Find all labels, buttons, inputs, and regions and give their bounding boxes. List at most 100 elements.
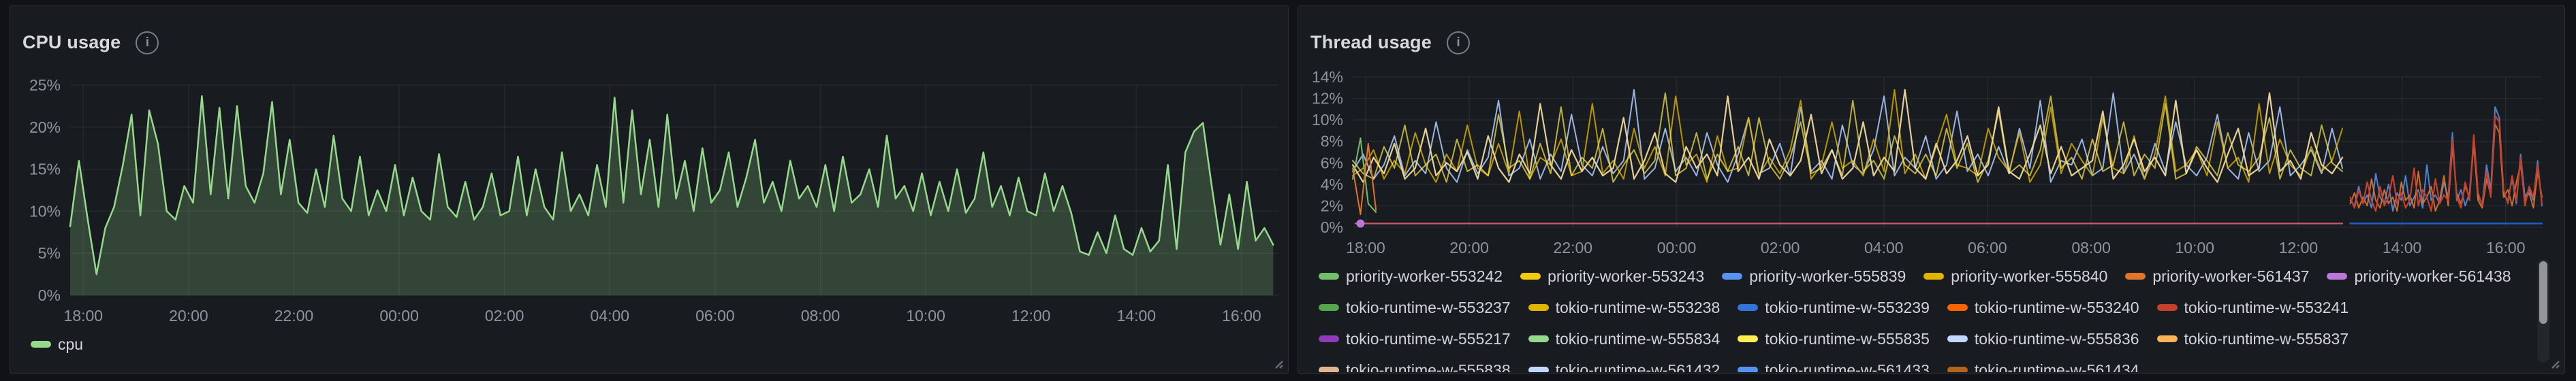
svg-text:00:00: 00:00: [379, 307, 419, 325]
legend-item[interactable]: cpu: [31, 334, 83, 354]
legend-item[interactable]: tokio-runtime-w-553240: [1947, 297, 2139, 318]
svg-text:18:00: 18:00: [64, 307, 104, 325]
legend-series-swatch: [2156, 304, 2178, 311]
legend-series-label: priority-worker-555839: [1749, 267, 1906, 285]
svg-text:08:00: 08:00: [2071, 239, 2111, 256]
svg-text:00:00: 00:00: [1657, 239, 1697, 256]
svg-text:22:00: 22:00: [1554, 239, 1593, 256]
svg-text:02:00: 02:00: [485, 307, 524, 325]
svg-text:8%: 8%: [1321, 133, 1343, 150]
legend-series-label: tokio-runtime-w-561433: [1765, 361, 1930, 373]
svg-text:10:00: 10:00: [2175, 239, 2214, 256]
legend-series-swatch: [1738, 304, 1759, 311]
svg-text:12:00: 12:00: [2279, 239, 2319, 256]
legend-series-label: tokio-runtime-w-561434: [1974, 361, 2139, 373]
legend-series-swatch: [1923, 273, 1945, 280]
legend-series-swatch: [1319, 273, 1339, 280]
legend-item[interactable]: tokio-runtime-w-553239: [1738, 297, 1930, 318]
legend-scrollbar[interactable]: [2537, 259, 2549, 363]
svg-text:10%: 10%: [1312, 111, 1343, 129]
legend-item[interactable]: priority-worker-561438: [2327, 266, 2511, 286]
legend-series-label: tokio-runtime-w-555838: [1346, 361, 1511, 373]
legend-series-swatch: [1528, 335, 1549, 342]
svg-text:14:00: 14:00: [1117, 307, 1157, 325]
legend-item[interactable]: tokio-runtime-w-555834: [1528, 329, 1721, 349]
legend-series-swatch: [1947, 335, 1968, 342]
legend-series-swatch: [1722, 273, 1743, 280]
info-icon[interactable]: i: [1446, 31, 1470, 54]
panel-resize-handle[interactable]: [1270, 355, 1285, 370]
legend-item[interactable]: priority-worker-561437: [2125, 266, 2309, 286]
svg-text:04:00: 04:00: [591, 307, 630, 325]
svg-text:25%: 25%: [29, 76, 61, 94]
legend-series-label: priority-worker-561437: [2152, 267, 2310, 285]
legend-item[interactable]: tokio-runtime-w-561432: [1528, 360, 1720, 372]
thread-usage-panel: Thread usage i 18:00 20:00 22:00 00:00 02:00…: [1298, 5, 2565, 374]
info-icon[interactable]: i: [136, 31, 159, 54]
legend-item[interactable]: tokio-runtime-w-561434: [1947, 360, 2139, 372]
svg-text:06:00: 06:00: [695, 307, 735, 325]
legend-item[interactable]: tokio-runtime-w-555835: [1738, 329, 1930, 349]
cpu-panel-title[interactable]: CPU usage: [22, 32, 121, 53]
legend-item[interactable]: tokio-runtime-w-561433: [1738, 360, 1930, 372]
legend-series-swatch: [1947, 304, 1968, 311]
legend-series-swatch: [1528, 367, 1549, 372]
svg-text:2%: 2%: [1321, 197, 1343, 214]
legend-item[interactable]: priority-worker-553243: [1520, 266, 1704, 286]
legend-item[interactable]: tokio-runtime-w-553241: [2156, 297, 2349, 318]
svg-text:0%: 0%: [38, 286, 61, 304]
svg-text:04:00: 04:00: [1864, 239, 1904, 256]
panel-resize-handle[interactable]: [2546, 355, 2561, 370]
svg-text:15%: 15%: [29, 161, 61, 178]
legend-series-swatch: [2156, 335, 2178, 342]
legend-scrollbar-thumb[interactable]: [2539, 261, 2547, 324]
legend-series-label: tokio-runtime-w-553239: [1765, 298, 1930, 316]
svg-text:10%: 10%: [29, 202, 61, 220]
cpu-panel-header: CPU usage i: [22, 17, 159, 69]
svg-text:20:00: 20:00: [1449, 239, 1489, 256]
svg-text:06:00: 06:00: [1968, 239, 2007, 256]
cpu-usage-chart[interactable]: 18:00 20:00 22:00 00:00 02:00 04:00 06:00 08:00…: [10, 6, 1288, 374]
legend-series-swatch: [1520, 273, 1541, 280]
svg-text:4%: 4%: [1321, 176, 1343, 193]
legend-item[interactable]: tokio-runtime-w-555217: [1319, 329, 1511, 349]
svg-text:16:00: 16:00: [1222, 307, 1261, 325]
legend-item[interactable]: priority-worker-555840: [1923, 266, 2107, 286]
svg-text:12:00: 12:00: [1011, 307, 1051, 325]
legend-series-label: tokio-runtime-w-555837: [2184, 329, 2349, 348]
svg-text:10:00: 10:00: [906, 307, 945, 325]
cpu-usage-panel: CPU usage i 18:00 20:00 22:00 00:00 02:00 04:…: [10, 5, 1289, 374]
legend-item[interactable]: tokio-runtime-w-555836: [1947, 329, 2139, 349]
legend-series-label: tokio-runtime-w-555836: [1974, 329, 2139, 348]
svg-text:22:00: 22:00: [274, 307, 314, 325]
legend-item[interactable]: tokio-runtime-w-553238: [1528, 297, 1721, 318]
svg-text:20:00: 20:00: [169, 307, 208, 325]
svg-text:0%: 0%: [1321, 218, 1343, 236]
legend-series-swatch: [1738, 367, 1759, 372]
legend-series-swatch: [1947, 367, 1968, 372]
legend-series-label: tokio-runtime-w-553241: [2184, 298, 2349, 316]
legend-series-swatch: [1528, 304, 1549, 311]
legend-series-label: tokio-runtime-w-555834: [1555, 329, 1721, 348]
legend-item[interactable]: tokio-runtime-w-555837: [2156, 329, 2349, 349]
legend-series-label: tokio-runtime-w-553240: [1974, 298, 2139, 316]
legend-item[interactable]: priority-worker-555839: [1722, 266, 1906, 286]
legend-series-swatch: [31, 341, 51, 348]
thread-panel-title[interactable]: Thread usage: [1310, 32, 1432, 53]
legend-series-swatch: [2327, 273, 2348, 280]
legend-series-label: tokio-runtime-w-555835: [1765, 329, 1930, 348]
svg-text:6%: 6%: [1321, 154, 1343, 171]
legend-series-label: tokio-runtime-w-553237: [1346, 298, 1511, 316]
legend-series-swatch: [1319, 335, 1339, 342]
legend-item[interactable]: priority-worker-553242: [1319, 266, 1503, 286]
thread-panel-header: Thread usage i: [1310, 17, 1470, 69]
legend-item[interactable]: tokio-runtime-w-553237: [1319, 297, 1511, 318]
svg-text:5%: 5%: [38, 244, 61, 262]
legend-item[interactable]: tokio-runtime-w-555838: [1319, 360, 1511, 372]
svg-text:20%: 20%: [29, 118, 61, 136]
legend-series-label: priority-worker-553242: [1346, 267, 1503, 285]
legend-series-swatch: [1738, 335, 1759, 342]
legend-series-label: tokio-runtime-w-553238: [1555, 298, 1721, 316]
svg-text:12%: 12%: [1312, 90, 1343, 107]
svg-text:18:00: 18:00: [1346, 239, 1385, 256]
